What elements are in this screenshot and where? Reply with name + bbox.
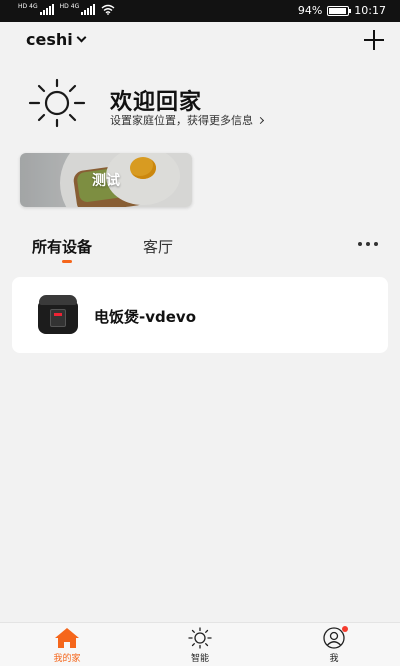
set-location-link[interactable]: 设置家庭位置，获得更多信息 [110, 112, 265, 128]
sim2-net-label: 4G [70, 3, 80, 10]
scene-card[interactable]: 测试 [20, 153, 192, 207]
chevron-right-icon [256, 116, 265, 124]
plus-icon[interactable] [362, 28, 386, 52]
device-card[interactable]: 电饭煲-vdevo [12, 277, 388, 353]
wifi-icon [101, 4, 115, 15]
tab-living-room[interactable]: 客厅 [143, 236, 173, 257]
signal-icon: HD 4G [18, 4, 54, 15]
home-name: ceshi [26, 30, 73, 49]
chevron-down-icon [76, 32, 87, 43]
nav-me-label: 我 [329, 654, 339, 664]
nav-smart[interactable]: 智能 [160, 627, 240, 664]
battery-percent: 94% [297, 4, 323, 17]
battery-fill [329, 7, 347, 14]
active-tab-indicator [62, 260, 72, 263]
home-icon [55, 628, 79, 648]
more-icon[interactable] [356, 238, 380, 250]
notification-badge [342, 626, 348, 632]
tab-all-devices[interactable]: 所有设备 [32, 236, 92, 257]
nav-home-label: 我的家 [53, 654, 81, 664]
status-bar: HD 4G HD 4G 94% 10:17 [0, 0, 400, 22]
sim1-hd-label: HD [18, 3, 28, 10]
nav-home[interactable]: 我的家 [27, 627, 107, 664]
nav-smart-label: 智能 [190, 654, 209, 664]
clock: 10:17 [354, 4, 386, 17]
system-indicators: 94% 10:17 [298, 4, 386, 17]
rice-cooker-icon [38, 295, 78, 335]
bottom-nav: 我的家 智能 我 [0, 622, 400, 666]
network-indicators: HD 4G HD 4G [18, 4, 115, 15]
scene-label: 测试 [92, 173, 120, 189]
signal-icon: HD 4G [60, 4, 96, 15]
sim1-net-label: 4G [29, 3, 38, 10]
battery-icon [327, 5, 352, 16]
sun-icon [188, 627, 212, 649]
home-switcher[interactable]: ceshi [26, 30, 87, 49]
nav-me[interactable]: 我 [294, 626, 374, 664]
sim2-hd-label: HD [59, 3, 69, 10]
sun-icon [28, 78, 86, 128]
device-name: 电饭煲-vdevo [94, 308, 196, 326]
welcome-subtitle: 设置家庭位置，获得更多信息 [110, 114, 253, 127]
